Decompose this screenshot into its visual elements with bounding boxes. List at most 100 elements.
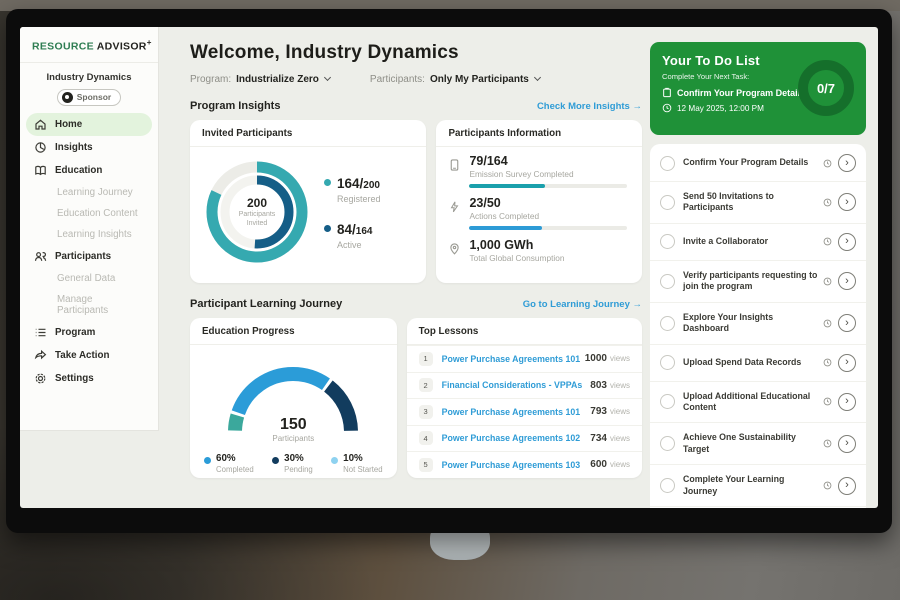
sponsor-badge[interactable]: Sponsor: [57, 89, 121, 106]
task-row[interactable]: Upload Spend Data Records ›: [650, 345, 866, 382]
dashboard-screen: RESOURCE ADVISOR+ Industry Dynamics Spon…: [20, 27, 878, 508]
legend-item-pending: 30% Pending: [272, 453, 313, 474]
org-name: Industry Dynamics: [20, 72, 158, 83]
list-icon: [34, 326, 47, 339]
sidebar-item-education[interactable]: Education: [26, 159, 152, 182]
gauge-legend: 60% Completed 30% Pending 10% Not Starte…: [190, 445, 397, 474]
lesson-row[interactable]: 4 Power Purchase Agreements 102 734views: [407, 425, 642, 452]
task-open-button[interactable]: ›: [838, 477, 856, 495]
task-label: Invite a Collaborator: [683, 236, 823, 247]
task-row[interactable]: Upload Additional Educational Content ›: [650, 382, 866, 424]
go-to-learning-journey-link[interactable]: Go to Learning Journey →: [523, 299, 642, 310]
sidebar-item-label: Take Action: [55, 350, 109, 361]
task-checkbox[interactable]: [660, 394, 675, 409]
collapse-tasks-link[interactable]: Collapse Tasks: [650, 507, 866, 508]
legend-value: 30%: [284, 453, 313, 464]
education-gauge-chart: 150 Participants: [218, 356, 368, 445]
lesson-title-link[interactable]: Financial Considerations - VPPAs: [442, 380, 591, 390]
sidebar-item-participants[interactable]: Participants: [26, 245, 152, 268]
stat-total-consumption: 1,000 GWh Total Global Consumption: [448, 238, 630, 263]
progress-bar: [469, 184, 627, 188]
sidebar-item-learning-insights[interactable]: Learning Insights: [26, 224, 152, 245]
clipboard-icon: [662, 87, 672, 98]
card-title: Top Lessons: [407, 318, 642, 345]
task-label: Confirm Your Program Details: [683, 157, 823, 168]
lesson-rank: 1: [419, 352, 433, 366]
task-checkbox[interactable]: [660, 478, 675, 493]
clock-icon: [823, 277, 832, 286]
section-title: Program Insights: [190, 100, 280, 112]
task-checkbox[interactable]: [660, 436, 675, 451]
arrow-right-icon: →: [633, 101, 643, 112]
sidebar-item-home[interactable]: Home: [26, 113, 152, 136]
task-row[interactable]: Explore Your Insights Dashboard ›: [650, 303, 866, 345]
task-checkbox[interactable]: [660, 355, 675, 370]
task-open-button[interactable]: ›: [838, 435, 856, 453]
sidebar-item-general-data[interactable]: General Data: [26, 268, 152, 289]
lesson-row[interactable]: 2 Financial Considerations - VPPAs 803vi…: [407, 372, 642, 399]
sidebar-item-take-action[interactable]: Take Action: [26, 344, 152, 367]
todo-tasks-card: Confirm Your Program Details › Send 50 I…: [650, 144, 866, 508]
task-row[interactable]: Send 50 Invitations to Participants ›: [650, 182, 866, 224]
participants-icon: [34, 250, 47, 263]
legend-value: 60%: [216, 453, 254, 464]
legend-value: 164/: [337, 176, 363, 191]
lesson-title-link[interactable]: Power Purchase Agreements 102: [442, 433, 591, 443]
sidebar-item-settings[interactable]: Settings: [26, 367, 152, 390]
lesson-row[interactable]: 3 Power Purchase Agreements 101 793views: [407, 398, 642, 425]
card-title: Participants Information: [436, 120, 642, 147]
sidebar-item-learning-journey[interactable]: Learning Journey: [26, 182, 152, 203]
sidebar-item-label: Participants: [55, 251, 111, 262]
task-open-button[interactable]: ›: [838, 154, 856, 172]
task-checkbox[interactable]: [660, 195, 675, 210]
app-logo: RESOURCE ADVISOR+: [20, 27, 158, 63]
sidebar-item-manage-participants[interactable]: Manage Participants: [26, 289, 152, 321]
participants-select[interactable]: Participants: Only My Participants: [370, 74, 540, 85]
lesson-row[interactable]: 5 Power Purchase Agreements 103 600views: [407, 451, 642, 478]
participants-information-card: Participants Information 79/164 Emission…: [436, 120, 642, 283]
legend-item-active: 84/164 Active: [324, 221, 381, 250]
task-row[interactable]: Achieve One Sustainability Target ›: [650, 423, 866, 465]
page-title: Welcome, Industry Dynamics: [190, 42, 648, 64]
card-title: Invited Participants: [190, 120, 426, 147]
check-more-insights-link[interactable]: Check More Insights →: [537, 101, 642, 112]
sidebar-item-label: Insights: [55, 142, 93, 153]
clock-icon: [823, 159, 832, 168]
task-open-button[interactable]: ›: [838, 233, 856, 251]
clock-icon: [662, 103, 672, 113]
stat-value: 23/50: [469, 196, 630, 210]
task-row[interactable]: Complete Your Learning Journey ›: [650, 465, 866, 507]
participants-label: Participants:: [370, 74, 425, 85]
task-open-button[interactable]: ›: [838, 314, 856, 332]
lesson-row[interactable]: 1 Power Purchase Agreements 101 1000view…: [407, 345, 642, 372]
participants-value: Only My Participants: [430, 74, 529, 85]
legend-label: Active: [337, 240, 372, 250]
task-checkbox[interactable]: [660, 316, 675, 331]
task-label: Send 50 Invitations to Participants: [683, 191, 823, 214]
task-open-button[interactable]: ›: [838, 272, 856, 290]
task-label: Complete Your Learning Journey: [683, 474, 823, 497]
chevron-right-icon: ›: [845, 235, 849, 247]
monitor-bezel: RESOURCE ADVISOR+ Industry Dynamics Spon…: [6, 9, 892, 533]
lesson-title-link[interactable]: Power Purchase Agreements 103: [442, 460, 591, 470]
stat-emission-survey: 79/164 Emission Survey Completed: [448, 154, 630, 188]
program-select[interactable]: Program:Industrialize Zero: [190, 74, 330, 85]
task-checkbox[interactable]: [660, 274, 675, 289]
lesson-title-link[interactable]: Power Purchase Agreements 101: [442, 407, 591, 417]
task-checkbox[interactable]: [660, 234, 675, 249]
sidebar-item-program[interactable]: Program: [26, 321, 152, 344]
task-open-button[interactable]: ›: [838, 354, 856, 372]
task-row[interactable]: Confirm Your Program Details ›: [650, 145, 866, 182]
invited-participants-card: Invited Participants 200 Participants In…: [190, 120, 426, 283]
sidebar-item-insights[interactable]: Insights: [26, 136, 152, 159]
card-title: Education Progress: [190, 318, 397, 345]
clock-icon: [823, 481, 832, 490]
stat-label: Emission Survey Completed: [469, 169, 630, 179]
task-open-button[interactable]: ›: [838, 393, 856, 411]
task-row[interactable]: Invite a Collaborator ›: [650, 224, 866, 261]
task-open-button[interactable]: ›: [838, 193, 856, 211]
task-row[interactable]: Verify participants requesting to join t…: [650, 261, 866, 303]
sidebar-item-education-content[interactable]: Education Content: [26, 203, 152, 224]
task-checkbox[interactable]: [660, 156, 675, 171]
lesson-title-link[interactable]: Power Purchase Agreements 101: [442, 354, 585, 364]
